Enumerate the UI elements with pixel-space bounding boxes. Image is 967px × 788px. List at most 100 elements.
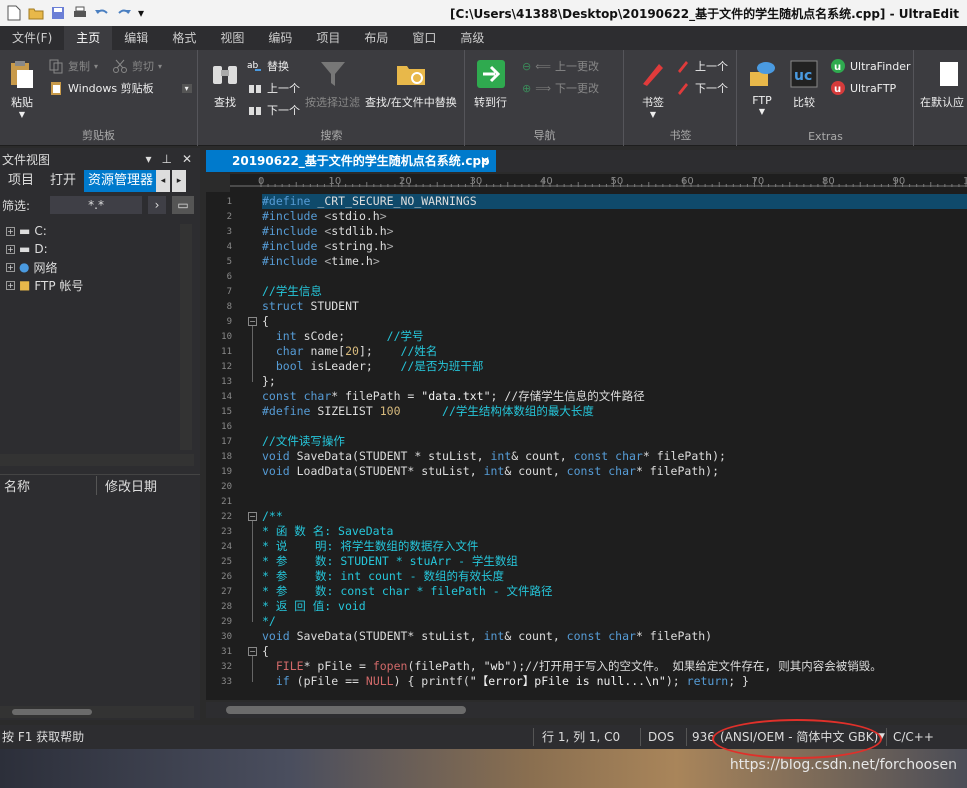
tree-hscroll[interactable] [0,454,194,466]
expand-icon[interactable]: + [6,226,15,236]
tab-file[interactable]: 文件(F) [0,26,64,50]
bookmark-button[interactable]: 书签 ▼ [637,58,669,119]
tab-window[interactable]: 窗口 [400,26,448,50]
code-line[interactable]: struct STUDENT [262,299,359,314]
code-line[interactable]: bool isLeader; //是否为班干部 [262,359,484,374]
code-line[interactable]: //学生信息 [262,284,322,299]
code-line[interactable]: char name[20]; //姓名 [262,344,438,359]
status-lineend[interactable]: DOS [648,725,674,749]
code-line[interactable]: #include <stdlib.h> [262,224,394,239]
code-line[interactable]: const char* filePath = "data.txt"; //存储学… [262,389,645,404]
code-line[interactable]: */ [262,614,276,629]
tab-scroll-right-icon[interactable]: ▸ [172,170,187,192]
ultrafinder-button[interactable]: u UltraFinder [830,58,911,74]
status-position[interactable]: 行 1, 列 1, C0 [542,725,620,749]
tab-home[interactable]: 主页 [64,26,113,50]
code-line[interactable]: void LoadData(STUDENT* stuList, int& cou… [262,464,719,479]
expand-icon[interactable]: + [6,280,15,290]
code-line[interactable]: #include <string.h> [262,239,394,254]
code-line[interactable]: #include <time.h> [262,254,380,269]
tab-scroll-left-icon[interactable]: ◂ [156,170,171,192]
open-folder-icon[interactable] [26,3,46,23]
save-icon[interactable] [48,3,68,23]
tab-project-files[interactable]: 项目 [0,170,42,192]
goto-line-button[interactable]: 转到行 [474,58,507,110]
tree-item-d[interactable]: + ▬ D: [0,240,200,258]
code-line[interactable]: FILE* pFile = fopen(filePath, "wb");//打开… [262,659,882,674]
tab-coding[interactable]: 编码 [256,26,304,50]
print-icon[interactable] [70,3,90,23]
code-line[interactable]: int sCode; //学号 [262,329,424,344]
folder-icon[interactable]: ▭ [172,196,195,214]
code-line[interactable]: void SaveData(STUDENT* stuList, int& cou… [262,629,712,644]
code-line[interactable]: #define SIZELIST 100 //学生结构体数组的最大长度 [262,404,594,419]
code-line[interactable]: * 参 数: int count - 数组的有效长度 [262,569,504,584]
clipboard-select[interactable]: Windows 剪贴板 ▾ [48,80,192,96]
undo-icon[interactable] [92,3,112,23]
paste-button[interactable]: 粘贴 ▼ [6,58,38,119]
redo-icon[interactable] [114,3,134,23]
expand-icon[interactable]: + [6,244,15,254]
filter-apply-icon[interactable]: › [148,196,167,214]
editor-tab-active[interactable]: 20190622_基于文件的学生随机点名系统.cpp ✕ [206,150,496,172]
copy-button[interactable]: 复制 ▾ [48,58,98,74]
tab-advanced[interactable]: 高级 [448,26,496,50]
file-list-hscroll[interactable] [0,706,194,718]
code-line[interactable]: //文件读写操作 [262,434,345,449]
editor-hscroll[interactable] [206,702,967,718]
fold-toggle-icon[interactable]: − [248,512,257,521]
tab-layout[interactable]: 布局 [352,26,400,50]
tab-format[interactable]: 格式 [160,26,208,50]
code-line[interactable]: * 参 数: STUDENT * stuArr - 学生数组 [262,554,518,569]
code-line[interactable]: #include <stdio.h> [262,209,387,224]
code-line[interactable]: #define _CRT_SECURE_NO_WARNINGS [262,194,967,209]
code-line[interactable]: * 函 数 名: SaveData [262,524,393,539]
ultraftp-button[interactable]: u UltraFTP [830,80,896,96]
code-line[interactable]: /** [262,509,283,524]
tab-open-files[interactable]: 打开 [42,170,84,192]
tree-item-ftp[interactable]: + ■ FTP 帐号 [0,276,200,294]
pin-icon[interactable]: ⊥ [161,152,171,166]
tab-explorer[interactable]: 资源管理器 [84,170,157,192]
code-line[interactable]: { [262,644,269,659]
tab-view[interactable]: 视图 [208,26,256,50]
code-editor[interactable]: 1 2 3 4 5 6 7 8 9 10 11 12 13 14 15 16 17 18 19 20 21 22 23 24 2… [206,192,967,700]
close-tab-icon[interactable]: ✕ [480,150,490,172]
tab-edit[interactable]: 编辑 [112,26,160,50]
new-file-icon[interactable] [4,3,24,23]
fold-toggle-icon[interactable]: − [248,317,257,326]
col-name[interactable]: 名称 [0,476,96,495]
open-default-app-button[interactable]: 在默认应 [920,58,964,110]
panel-menu-icon[interactable]: ▾ [145,152,151,166]
tab-project[interactable]: 项目 [304,26,352,50]
close-icon[interactable]: ✕ [182,152,192,166]
fold-toggle-icon[interactable]: − [248,647,257,656]
prev-change-button[interactable]: ⊖ ⟸ 上一更改 [522,58,599,74]
find-next-button[interactable]: 下一个 [247,102,300,118]
tree-item-network[interactable]: + ● 网络 [0,258,200,276]
replace-button[interactable]: ab 替换 [247,58,289,74]
code-line[interactable]: { [262,314,269,329]
col-modified[interactable]: 修改日期 [96,476,157,495]
find-prev-button[interactable]: 上一个 [247,80,300,96]
code-line[interactable]: }; [262,374,276,389]
code-line[interactable]: * 返 回 值: void [262,599,366,614]
code-line[interactable]: * 参 数: const char * filePath - 文件路径 [262,584,553,599]
qat-dropdown-icon[interactable]: ▾ [136,3,146,23]
find-button[interactable]: 查找 [209,58,241,110]
find-in-files-button[interactable]: 查找/在文件中替换 [365,58,457,110]
filter-button[interactable]: 按选择过滤 [305,58,360,110]
code-line[interactable]: if (pFile == NULL) { printf("【error】pFil… [262,674,749,689]
ftp-button[interactable]: FTP ▼ [746,58,778,116]
next-change-button[interactable]: ⊕ ⟹ 下一更改 [522,80,599,96]
compare-button[interactable]: uc 比较 [788,58,820,110]
status-language[interactable]: C/C++ [893,725,934,749]
tree-item-c[interactable]: + ▬ C: [0,222,200,240]
bookmark-prev-button[interactable]: 上一个 [675,58,728,74]
code-line[interactable]: * 说 明: 将学生数组的数据存入文件 [262,539,478,554]
expand-icon[interactable]: + [6,262,15,272]
cut-button[interactable]: 剪切 ▾ [112,58,162,74]
scroll-thumb[interactable] [226,706,466,714]
bookmark-next-button[interactable]: 下一个 [675,80,728,96]
filter-input[interactable]: *.* [50,196,143,214]
